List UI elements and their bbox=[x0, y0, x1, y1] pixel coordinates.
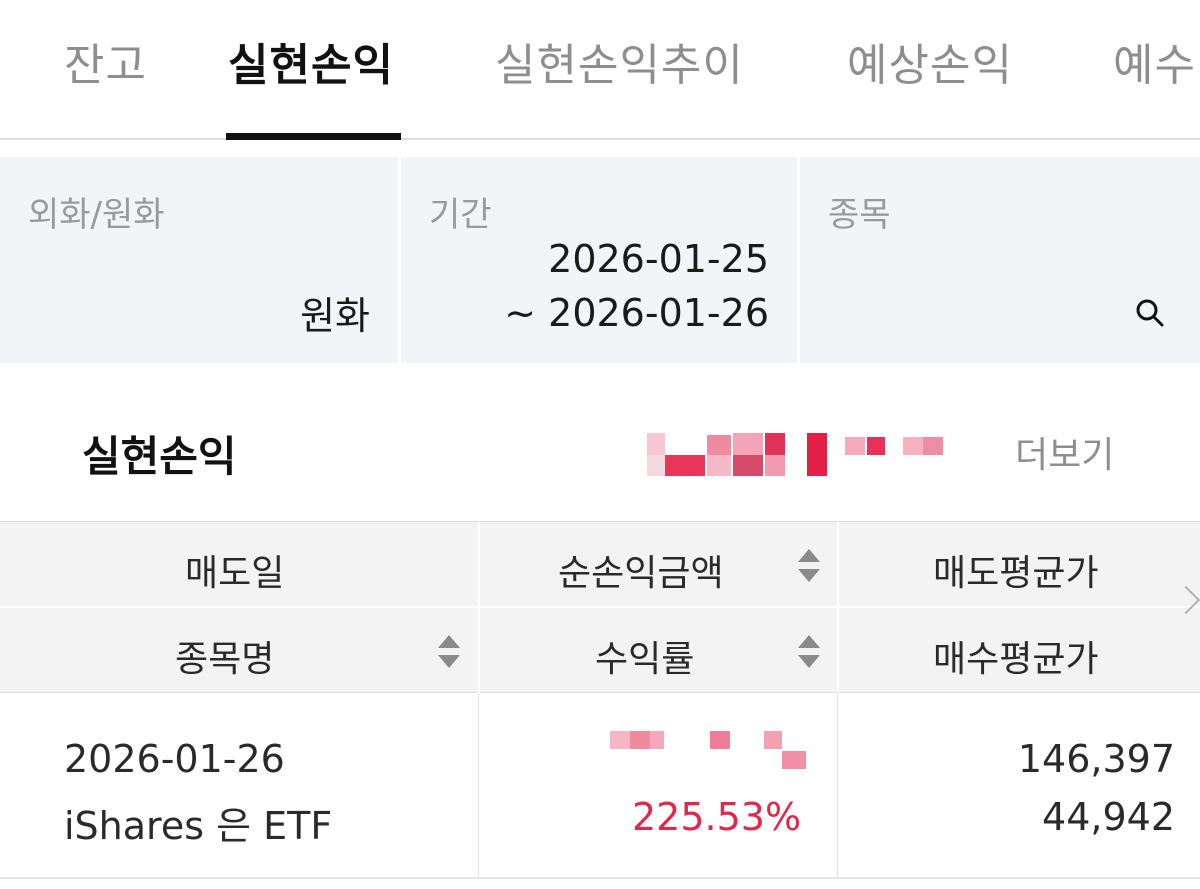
row-col-divider bbox=[837, 693, 838, 879]
header-buy-avg-price: 매수평균가 bbox=[933, 639, 1099, 680]
currency-filter-label: 외화/원화 bbox=[28, 195, 165, 235]
row-return-rate: 225.53% bbox=[632, 795, 802, 839]
active-tab-indicator bbox=[226, 133, 401, 140]
filter-row: 외화/원화 원화 기간 2026-01-25 ~ 2026-01-26 종목 bbox=[0, 157, 1200, 363]
sort-icon[interactable] bbox=[798, 635, 820, 669]
header-net-pl[interactable]: 순손익금액 bbox=[558, 544, 724, 596]
period-filter[interactable]: 기간 2026-01-25 ~ 2026-01-26 bbox=[401, 157, 797, 363]
currency-filter-value: 원화 bbox=[300, 294, 370, 338]
header-return-rate[interactable]: 수익률 bbox=[595, 630, 694, 682]
redacted-total bbox=[647, 433, 943, 476]
search-icon[interactable] bbox=[1134, 297, 1166, 329]
tab-bar: 잔고 실현손익 실현손익추이 예상손익 예수 bbox=[0, 0, 1200, 140]
row-sell-avg-price: 146,397 bbox=[1017, 737, 1175, 781]
tab-realized-pl-trend[interactable]: 실현손익추이 bbox=[495, 38, 744, 94]
header-stock-name[interactable]: 종목명 bbox=[175, 630, 274, 682]
stock-filter[interactable]: 종목 bbox=[800, 157, 1200, 363]
tab-realized-pl[interactable]: 실현손익 bbox=[228, 38, 394, 94]
period-start: 2026-01-25 bbox=[548, 237, 769, 281]
more-link[interactable]: 더보기 bbox=[1015, 426, 1114, 478]
header-col-divider bbox=[837, 522, 839, 694]
header-col-divider bbox=[478, 522, 480, 694]
sort-icon[interactable] bbox=[438, 635, 460, 669]
tab-deposit[interactable]: 예수 bbox=[1113, 38, 1196, 94]
section-title: 실현손익 bbox=[82, 432, 237, 481]
tab-expected-pl[interactable]: 예상손익 bbox=[847, 38, 1013, 94]
tab-balance[interactable]: 잔고 bbox=[64, 38, 147, 94]
period-end: ~ 2026-01-26 bbox=[504, 291, 769, 335]
currency-filter[interactable]: 외화/원화 원화 bbox=[0, 157, 398, 363]
header-sell-avg-price: 매도평균가 bbox=[933, 553, 1099, 594]
table-row[interactable]: 2026-01-26 iShares 은 ETF 225.53% 146,397… bbox=[0, 693, 1200, 879]
stock-filter-label: 종목 bbox=[828, 195, 891, 235]
sort-icon[interactable] bbox=[798, 549, 820, 583]
row-col-divider bbox=[478, 693, 479, 879]
header-sell-date: 매도일 bbox=[185, 553, 285, 594]
row-stock-name: iShares 은 ETF bbox=[64, 804, 333, 848]
redacted-net-pl bbox=[610, 731, 806, 769]
table-header: 매도일 순손익금액 매도평균가 종목명 수익률 매수평균가 bbox=[0, 521, 1200, 694]
row-buy-avg-price: 44,942 bbox=[1042, 795, 1175, 839]
period-filter-label: 기간 bbox=[429, 195, 492, 235]
row-sell-date: 2026-01-26 bbox=[64, 737, 285, 781]
header-row-divider bbox=[0, 606, 1200, 608]
